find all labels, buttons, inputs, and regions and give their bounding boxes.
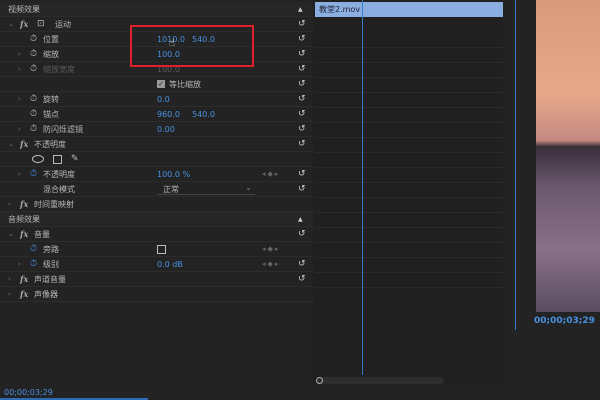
property-opacity: › ⏱ 不透明度 100.0 % ◂◆▸ ↺ (0, 167, 313, 182)
fx-icon: fx (20, 289, 29, 299)
hand-cursor-icon: ☝ (169, 38, 176, 49)
fx-icon[interactable]: fx (20, 139, 28, 149)
reset-icon[interactable]: ↺ (298, 49, 306, 59)
anchor-y-value[interactable]: 540.0 (192, 110, 215, 119)
collapse-icon[interactable]: ▲ (298, 216, 303, 223)
fx-icon[interactable]: fx (20, 19, 28, 29)
chevron-down-icon[interactable]: ⌄ (8, 20, 14, 28)
reset-icon[interactable]: ↺ (298, 64, 306, 74)
reset-icon[interactable]: ↺ (298, 184, 306, 194)
chevron-right-icon[interactable]: › (18, 170, 21, 178)
reset-icon[interactable]: ↺ (298, 274, 306, 284)
property-level: › ⏱ 级别 0.0 dB ◂◆▸ ↺ (0, 257, 313, 272)
pen-mask-icon[interactable]: ✎ (71, 154, 79, 164)
reset-icon[interactable]: ↺ (298, 169, 306, 179)
stopwatch-icon[interactable]: ⏱ (30, 244, 37, 254)
keyframe-nav-icon[interactable]: ◂◆▸ (262, 260, 280, 268)
effect-channel-volume[interactable]: › fx 声道音量 ↺ (0, 272, 313, 287)
video-effects-header: 视频效果 ▲ (0, 2, 313, 17)
fx-icon: fx (20, 199, 29, 209)
anti-flicker-value[interactable]: 0.00 (157, 125, 175, 134)
effect-time-remap[interactable]: › fx 时间重映射 (0, 197, 313, 212)
effect-panner[interactable]: › fx 声像器 (0, 287, 313, 302)
rotation-value[interactable]: 0.0 (157, 95, 170, 104)
blend-mode-select[interactable]: 正常 ⌄ (157, 183, 255, 195)
chevron-right-icon[interactable]: › (18, 65, 21, 73)
chevron-right-icon[interactable]: › (18, 125, 21, 133)
reset-icon[interactable]: ↺ (298, 124, 306, 134)
effect-timecode[interactable]: 00;00;03;29 (4, 388, 53, 397)
effect-timeline[interactable] (313, 0, 503, 385)
reset-icon[interactable]: ↺ (298, 19, 306, 29)
panel-divider[interactable] (515, 0, 516, 330)
reset-icon[interactable]: ↺ (298, 94, 306, 104)
mask-tools: ✎ (0, 152, 313, 167)
property-blend-mode: 混合模式 正常 ⌄ ↺ (0, 182, 313, 197)
property-anti-flicker: › ⏱ 防闪烁滤镜 0.00 ↺ (0, 122, 313, 137)
uniform-scale-checkbox[interactable]: ✓ (157, 80, 165, 88)
anchor-x-value[interactable]: 960.0 (157, 110, 180, 119)
highlight-box (130, 25, 254, 67)
keyframe-nav-icon[interactable]: ◂◆▸ (262, 170, 280, 178)
transform-icon: ⊡ (37, 19, 45, 29)
bypass-checkbox[interactable] (157, 244, 166, 254)
collapse-icon[interactable]: ▲ (298, 6, 303, 13)
reset-icon[interactable]: ↺ (298, 259, 306, 269)
level-value[interactable]: 0.0 dB (157, 260, 183, 269)
playhead[interactable] (362, 0, 363, 375)
opacity-value[interactable]: 100.0 % (157, 170, 190, 179)
ellipse-mask-icon[interactable] (32, 155, 44, 163)
property-rotation: › ⏱ 旋转 0.0 ↺ (0, 92, 313, 107)
keyframe-nav-icon[interactable]: ◂◆▸ (262, 245, 280, 253)
timeline-zoom-scrollbar[interactable] (316, 377, 444, 384)
stopwatch-icon[interactable]: ⏱ (30, 169, 37, 179)
stopwatch-icon[interactable]: ⏱ (30, 124, 37, 134)
chevron-right-icon[interactable]: › (18, 260, 21, 268)
program-monitor-video (536, 0, 600, 312)
effect-opacity[interactable]: ⌄ fx 不透明度 ↺ (0, 137, 313, 152)
chevron-right-icon[interactable]: › (18, 50, 21, 58)
chevron-right-icon[interactable]: › (8, 275, 11, 283)
chevron-right-icon[interactable]: › (8, 290, 11, 298)
reset-icon[interactable]: ↺ (298, 79, 306, 89)
fx-icon[interactable]: fx (20, 229, 28, 239)
property-anchor: ⏱ 锚点 960.0 540.0 ↺ (0, 107, 313, 122)
chevron-right-icon[interactable]: › (8, 200, 11, 208)
chevron-down-icon[interactable]: ⌄ (8, 140, 14, 148)
reset-icon[interactable]: ↺ (298, 229, 306, 239)
chevron-down-icon[interactable]: ⌄ (8, 230, 14, 238)
stopwatch-icon[interactable]: ⏱ (30, 94, 37, 104)
stopwatch-icon[interactable]: ⏱ (30, 109, 37, 119)
timeline-clip[interactable]: 教堂2.mov (315, 2, 503, 17)
effect-volume[interactable]: ⌄ fx 音量 ↺ (0, 227, 313, 242)
reset-icon[interactable]: ↺ (298, 109, 306, 119)
reset-icon[interactable]: ↺ (298, 34, 306, 44)
rectangle-mask-icon[interactable] (53, 154, 62, 164)
audio-effects-header: 音频效果 ▲ (0, 212, 313, 227)
stopwatch-icon: ⏱ (30, 64, 38, 74)
fx-icon[interactable]: fx (20, 274, 28, 284)
chevron-down-icon: ⌄ (245, 183, 252, 192)
chevron-right-icon[interactable]: › (18, 95, 21, 103)
stopwatch-icon[interactable]: ⏱ (30, 34, 37, 44)
stopwatch-icon[interactable]: ⏱ (30, 49, 37, 59)
property-uniform-scale: ✓ 等比缩放 ↺ (0, 77, 313, 92)
program-timecode[interactable]: 00;00;03;29 (534, 316, 595, 326)
stopwatch-icon[interactable]: ⏱ (30, 259, 37, 269)
property-bypass: ⏱ 旁路 ◂◆▸ (0, 242, 313, 257)
reset-icon[interactable]: ↺ (298, 139, 306, 149)
zoom-handle[interactable] (316, 377, 323, 384)
